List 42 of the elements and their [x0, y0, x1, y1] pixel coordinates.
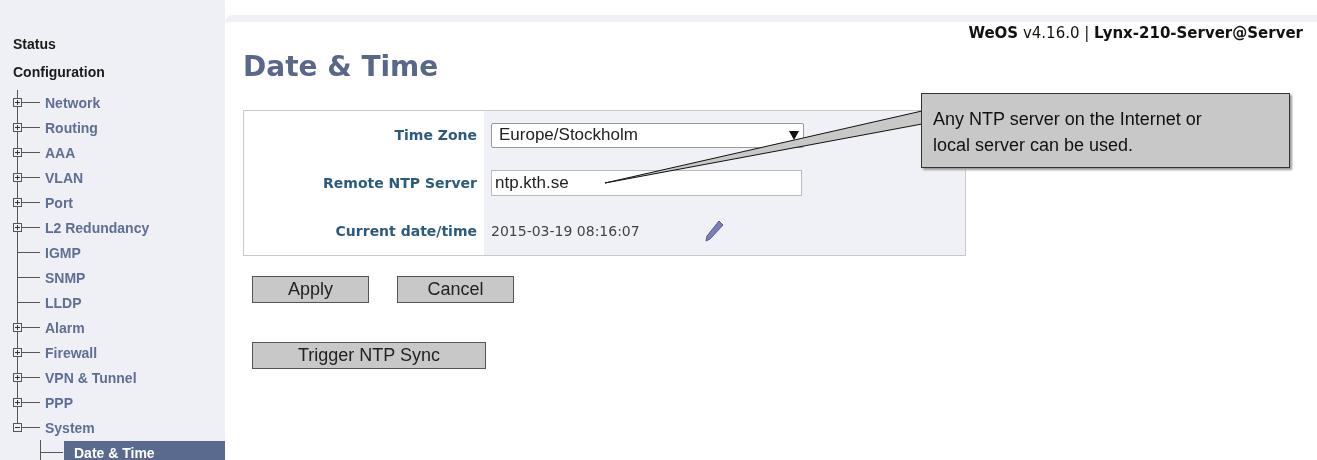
sync-button[interactable]: Trigger NTP Sync: [252, 342, 486, 369]
time-zone-dropdown[interactable]: Europe/Stockholm: [491, 122, 804, 148]
tree-item[interactable]: Network: [45, 92, 101, 113]
device-header: WeOS v4.16.0 | Lynx-210-Server@Server: [967, 23, 1304, 42]
ntp-server-field[interactable]: ntp.kth.se: [491, 170, 802, 196]
tree-item[interactable]: VLAN: [45, 167, 84, 188]
expand-icon[interactable]: [13, 123, 22, 132]
page-title: Date & Time: [243, 50, 440, 83]
date-time-value: 2015-03-19 08:16:07: [491, 223, 640, 239]
expand-icon[interactable]: [13, 223, 22, 232]
tree-item[interactable]: LLDP: [45, 292, 82, 313]
tree-item[interactable]: SNMP: [45, 267, 86, 288]
tree-item[interactable]: Port: [45, 192, 73, 213]
tree-item[interactable]: Routing: [45, 117, 98, 138]
sidebar-link[interactable]: Status: [0, 34, 225, 62]
collapse-icon[interactable]: [13, 423, 22, 432]
pencil-icon[interactable]: [703, 220, 724, 242]
expand-icon[interactable]: [13, 98, 22, 107]
field-label: Remote NTP Server: [323, 175, 477, 191]
sidebar-link[interactable]: Configuration: [0, 62, 225, 90]
tree-item[interactable]: Date & Time: [64, 440, 225, 460]
tree-item[interactable]: AAA: [45, 142, 76, 163]
tree-item[interactable]: IGMP: [45, 242, 81, 263]
tree-item[interactable]: Firewall: [45, 342, 98, 363]
caret-icon: [789, 130, 799, 140]
tree-item[interactable]: System: [45, 417, 95, 438]
action-button[interactable]: Cancel: [397, 276, 514, 303]
tree-item[interactable]: L2 Redundancy: [45, 217, 150, 238]
tree-item[interactable]: PPP: [45, 392, 73, 413]
expand-icon[interactable]: [13, 323, 22, 332]
field-label: Current date/time: [335, 223, 477, 239]
expand-icon[interactable]: [13, 173, 22, 182]
action-button[interactable]: Apply: [252, 276, 369, 303]
tree-item[interactable]: Alarm: [45, 317, 85, 338]
expand-icon[interactable]: [13, 148, 22, 157]
expand-icon[interactable]: [13, 348, 22, 357]
expand-icon[interactable]: [13, 198, 22, 207]
field-label: Time Zone: [394, 127, 477, 143]
tree-item[interactable]: VPN & Tunnel: [45, 367, 137, 388]
callout-note: Any NTP server on the Internet or local server can be used.: [921, 93, 1290, 168]
expand-icon[interactable]: [13, 398, 22, 407]
expand-icon[interactable]: [13, 373, 22, 382]
